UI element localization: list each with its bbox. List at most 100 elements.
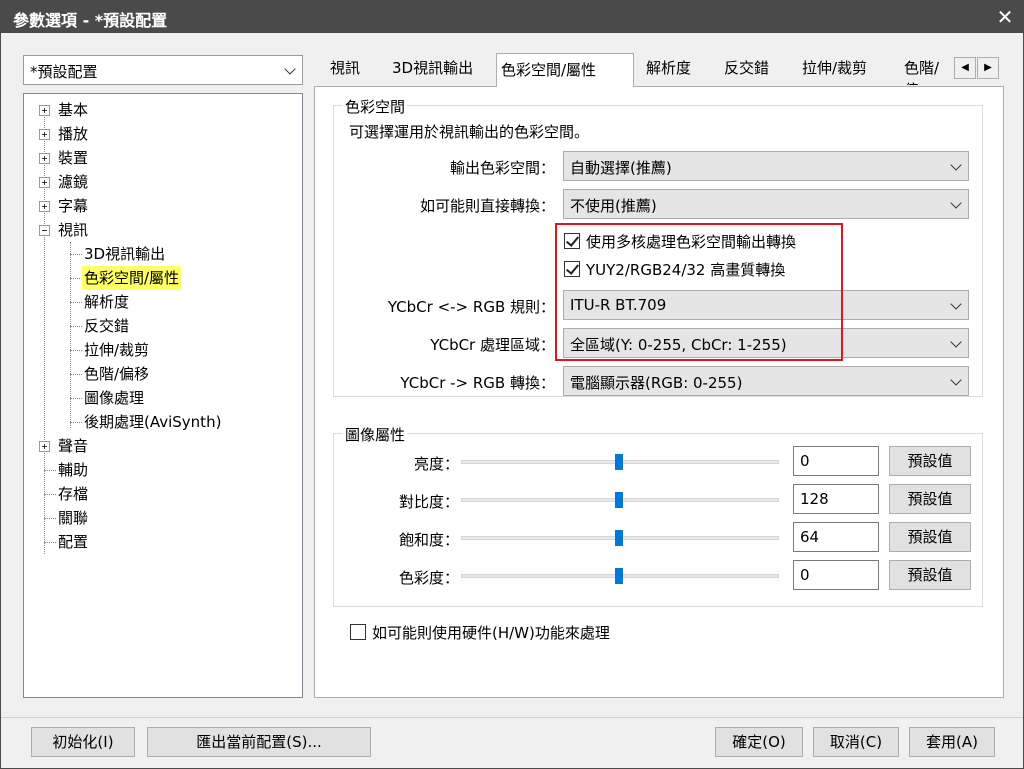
apply-button[interactable]: 套用(A) bbox=[909, 727, 995, 757]
direct-convert-select[interactable]: 不使用(推薦) bbox=[563, 189, 969, 219]
settings-tree: 基本 播放 裝置 濾鏡 字幕 視訊 3D視訊輸出 色彩空間/屬性 解析度 反交錯… bbox=[23, 93, 303, 698]
tree-item-label: 配置 bbox=[58, 533, 89, 551]
ycbcr-convert-select[interactable]: 電腦顯示器(RGB: 0-255) bbox=[563, 366, 969, 396]
chevron-down-icon bbox=[950, 197, 962, 209]
brightness-reset-button[interactable]: 預設值 bbox=[889, 446, 971, 476]
tree-item-extras[interactable]: 輔助 bbox=[24, 458, 302, 482]
tab-deinterlace[interactable]: 反交錯 bbox=[720, 57, 773, 85]
brightness-input[interactable]: 0 bbox=[793, 446, 879, 476]
tab-colorspace[interactable]: 色彩空間/屬性 bbox=[496, 53, 634, 87]
chevron-down-icon bbox=[284, 63, 296, 75]
tree-item-label: 後期處理(AviSynth) bbox=[84, 413, 222, 431]
profile-select[interactable]: *預設配置 bbox=[23, 55, 303, 85]
tree-item-basic[interactable]: 基本 bbox=[24, 98, 302, 122]
chevron-down-icon bbox=[950, 374, 962, 386]
close-icon[interactable]: ✕ bbox=[993, 5, 1017, 29]
tree-item-postprocess[interactable]: 後期處理(AviSynth) bbox=[24, 410, 302, 434]
tree-item-3d-output[interactable]: 3D視訊輸出 bbox=[24, 242, 302, 266]
export-config-button[interactable]: 匯出當前配置(S)... bbox=[147, 727, 371, 757]
hue-slider-thumb[interactable] bbox=[615, 568, 623, 584]
chevron-down-icon bbox=[950, 336, 962, 348]
tree-item-label: 解析度 bbox=[84, 293, 130, 311]
tree-item-colorspace[interactable]: 色彩空間/屬性 bbox=[24, 266, 302, 290]
direct-convert-label: 如可能則直接轉換： bbox=[419, 197, 555, 215]
colorspace-group-title: 色彩空間 bbox=[343, 96, 408, 117]
tree-item-label: 色彩空間/屬性 bbox=[82, 266, 182, 290]
expand-icon[interactable] bbox=[39, 153, 50, 164]
tab-scroll-left-icon[interactable]: ◀ bbox=[954, 57, 976, 79]
tab-strip: 視訊 3D視訊輸出 色彩空間/屬性 解析度 反交錯 拉伸/裁剪 色階/偏 ◀ ▶ bbox=[314, 51, 1004, 87]
window-title: 參數選項 - *預設配置 bbox=[13, 11, 168, 30]
ok-button[interactable]: 確定(O) bbox=[715, 727, 803, 757]
hue-input[interactable]: 0 bbox=[793, 560, 879, 590]
tree-item-save[interactable]: 存檔 bbox=[24, 482, 302, 506]
tree-item-levels[interactable]: 色階/偏移 bbox=[24, 362, 302, 386]
ycbcr-convert-value: 電腦顯示器(RGB: 0-255) bbox=[570, 374, 743, 392]
saturation-label: 飽和度： bbox=[398, 531, 459, 549]
checkbox-unchecked-icon[interactable] bbox=[350, 624, 366, 640]
expand-icon[interactable] bbox=[39, 201, 50, 212]
tree-item-resolution[interactable]: 解析度 bbox=[24, 290, 302, 314]
hue-reset-button[interactable]: 預設值 bbox=[889, 560, 971, 590]
tree-item-image-processing[interactable]: 圖像處理 bbox=[24, 386, 302, 410]
tree-item-label: 拉伸/裁剪 bbox=[84, 341, 150, 359]
chevron-down-icon bbox=[950, 159, 962, 171]
brightness-slider-thumb[interactable] bbox=[615, 454, 623, 470]
saturation-input[interactable]: 64 bbox=[793, 522, 879, 552]
output-colorspace-label: 輸出色彩空間： bbox=[449, 159, 555, 177]
tab-video[interactable]: 視訊 bbox=[326, 57, 364, 85]
tab-levels[interactable]: 色階/偏 bbox=[900, 57, 952, 85]
tree-item-device[interactable]: 裝置 bbox=[24, 146, 302, 170]
tree-item-label: 字幕 bbox=[58, 197, 89, 215]
saturation-reset-button[interactable]: 預設值 bbox=[889, 522, 971, 552]
colorspace-description: 可選擇運用於視訊輸出的色彩空間。 bbox=[349, 123, 590, 141]
expand-icon[interactable] bbox=[39, 129, 50, 140]
tree-item-label: 圖像處理 bbox=[84, 389, 145, 407]
tree-item-label: 基本 bbox=[58, 101, 89, 119]
tree-item-association[interactable]: 關聯 bbox=[24, 506, 302, 530]
ycbcr-convert-label: YCbCr -> RGB 轉換： bbox=[400, 374, 555, 392]
tree-item-label: 反交錯 bbox=[84, 317, 130, 335]
tree-item-filter[interactable]: 濾鏡 bbox=[24, 170, 302, 194]
expand-icon[interactable] bbox=[39, 441, 50, 452]
contrast-label: 對比度： bbox=[398, 493, 459, 511]
hw-processing-checkbox[interactable]: 如可能則使用硬件(H/W)功能來處理 bbox=[350, 622, 670, 642]
tree-item-label: 3D視訊輸出 bbox=[84, 245, 166, 263]
contrast-slider-thumb[interactable] bbox=[615, 492, 623, 508]
cancel-button[interactable]: 取消(C) bbox=[813, 727, 899, 757]
tree-item-audio[interactable]: 聲音 bbox=[24, 434, 302, 458]
contrast-reset-button[interactable]: 預設值 bbox=[889, 484, 971, 514]
contrast-input[interactable]: 128 bbox=[793, 484, 879, 514]
direct-convert-value: 不使用(推薦) bbox=[570, 197, 657, 215]
colorspace-panel: 色彩空間 可選擇運用於視訊輸出的色彩空間。 輸出色彩空間： 自動選擇(推薦) 如… bbox=[314, 86, 1004, 698]
tab-3d-output[interactable]: 3D視訊輸出 bbox=[388, 57, 477, 85]
tree-item-label: 聲音 bbox=[58, 437, 89, 455]
tree-item-label: 存檔 bbox=[58, 485, 89, 503]
tree-item-config[interactable]: 配置 bbox=[24, 530, 302, 554]
profile-select-value: *預設配置 bbox=[30, 63, 98, 81]
tab-stretch-crop[interactable]: 拉伸/裁剪 bbox=[798, 57, 871, 85]
tree-item-subtitle[interactable]: 字幕 bbox=[24, 194, 302, 218]
tree-item-label: 裝置 bbox=[58, 149, 89, 167]
tree-item-label: 視訊 bbox=[58, 221, 89, 239]
collapse-icon[interactable] bbox=[39, 225, 50, 236]
initialize-button[interactable]: 初始化(I) bbox=[31, 727, 135, 757]
tree-item-stretch-crop[interactable]: 拉伸/裁剪 bbox=[24, 338, 302, 362]
tree-item-deinterlace[interactable]: 反交錯 bbox=[24, 314, 302, 338]
hue-label: 色彩度： bbox=[398, 569, 459, 587]
tree-item-playback[interactable]: 播放 bbox=[24, 122, 302, 146]
tree-item-label: 色階/偏移 bbox=[84, 365, 150, 383]
preferences-window: 參數選項 - *預設配置 ✕ *預設配置 基本 播放 裝置 濾鏡 字幕 視訊 3… bbox=[0, 0, 1024, 769]
expand-icon[interactable] bbox=[39, 105, 50, 116]
tree-item-video[interactable]: 視訊 bbox=[24, 218, 302, 242]
highlight-box bbox=[555, 223, 843, 361]
tree-item-label: 播放 bbox=[58, 125, 89, 143]
saturation-slider-thumb[interactable] bbox=[615, 530, 623, 546]
tab-resolution[interactable]: 解析度 bbox=[642, 57, 695, 85]
chevron-down-icon bbox=[950, 298, 962, 310]
expand-icon[interactable] bbox=[39, 177, 50, 188]
tree-item-label: 關聯 bbox=[58, 509, 89, 527]
output-colorspace-select[interactable]: 自動選擇(推薦) bbox=[563, 151, 969, 181]
hw-processing-label: 如可能則使用硬件(H/W)功能來處理 bbox=[372, 624, 610, 642]
tab-scroll-right-icon[interactable]: ▶ bbox=[977, 57, 999, 79]
